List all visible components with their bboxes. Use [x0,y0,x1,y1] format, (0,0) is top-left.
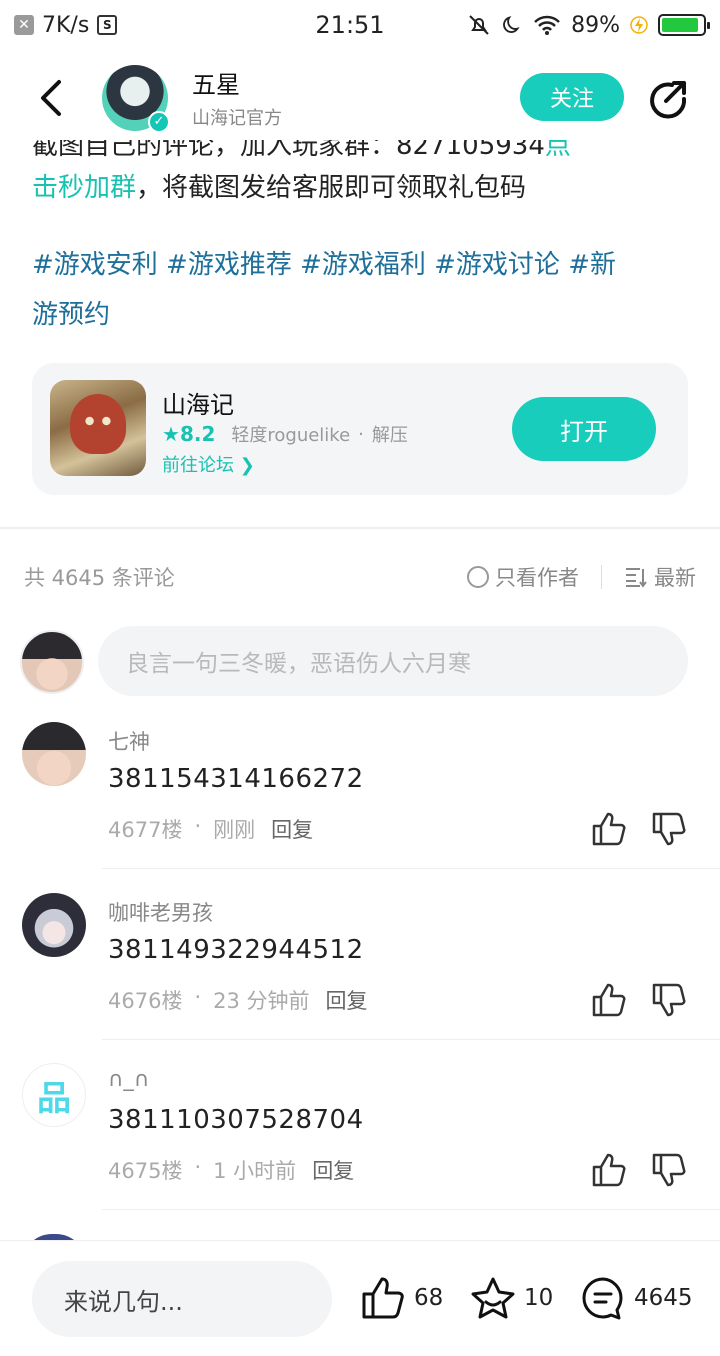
commenter-name[interactable]: ∩_∩ [108,1067,149,1091]
reply-button[interactable]: 回复 [271,814,313,844]
verified-check-icon: ✓ [148,110,170,133]
meta-dot: · [194,814,202,838]
game-icon[interactable] [50,380,146,476]
author-only-label: 只看作者 [495,566,579,590]
battery-fill [662,18,698,32]
mute-bell-icon [469,15,489,35]
like-count: 68 [414,1285,444,1311]
game-card[interactable]: 山海记 ★8.2 轻度roguelike · 解压 前往论坛 ❯ 打开 [32,363,688,495]
comments-header: 共 4645 条评论 只看作者 最新 [24,560,696,594]
comment-input-row: 良言一句三冬暖，恶语伤人六月寒 [20,626,690,696]
commenter-avatar[interactable] [22,893,86,957]
charging-icon [630,16,648,34]
clock: 21:51 [315,11,385,39]
author-only-toggle[interactable]: 只看作者 [467,562,579,592]
game-tag: 解压 [371,425,408,446]
chat-bubble-icon [582,1277,623,1320]
comment-time: 刚刚 [213,818,256,842]
comment-text: 381154314166272 [108,764,364,794]
author-avatar[interactable]: ✓ [102,64,170,133]
avatar-glyph: 品 [37,1078,71,1119]
thumbs-down-icon[interactable] [650,1151,688,1189]
s-app-icon: S [97,15,118,35]
moon-icon [503,16,520,33]
game-name: 山海记 [162,391,234,419]
thumbs-up-icon [362,1277,404,1319]
floor-number: 4676楼 [108,989,183,1013]
battery-icon [658,14,710,36]
reply-input[interactable]: 来说几句... [32,1261,332,1337]
floor-number: 4675楼 [108,1159,183,1183]
hashtags[interactable]: #游戏安利 #游戏推荐 #游戏福利 #游戏讨论 #新 游预约 [32,240,692,340]
net-speed: 7K/s [42,12,90,38]
thumbs-up-icon[interactable] [590,1151,628,1189]
comment-input[interactable]: 良言一句三冬暖，恶语伤人六月寒 [98,626,688,696]
wifi-icon [534,15,560,35]
author-subtitle: 山海记官方 [192,108,282,129]
comment-button[interactable]: 4645 [580,1273,693,1323]
meta-dot: · [194,985,202,1009]
sort-toggle[interactable]: 最新 [624,562,696,592]
meta-dot: · [194,1155,202,1179]
open-game-button[interactable]: 打开 [512,397,656,461]
reply-button[interactable]: 回复 [312,1155,354,1185]
my-avatar [20,630,84,694]
commenter-avatar[interactable]: 品 [22,1063,86,1127]
thumbs-up-icon[interactable] [590,981,628,1019]
comment-item: 品 ∩_∩ 381110307528704 4675楼 · 1 小时前 回复 [0,1063,720,1233]
comment-time: 1 小时前 [213,1159,297,1183]
comment-divider [102,1039,720,1040]
game-rating: ★8.2 [162,422,216,446]
join-group-link[interactable]: 击秒加群 [32,173,136,203]
section-divider [0,527,720,529]
sort-label: 最新 [654,566,696,590]
status-bar: ✕ 7K/s S 21:51 89% [0,0,720,50]
commenter-avatar[interactable] [22,722,86,786]
comment-divider [102,1209,720,1210]
battery-percent: 89% [571,12,620,38]
star-icon [471,1277,515,1319]
post-text-line: 击秒加群，将截图发给客服即可领取礼包码 [32,164,692,212]
bottom-bar: 来说几句... 68 10 4645 [0,1240,720,1356]
hashtag-line[interactable]: #游戏安利 #游戏推荐 #游戏福利 #游戏讨论 #新 [32,240,692,290]
back-button[interactable] [30,77,72,119]
comment-text: 381110307528704 [108,1105,364,1135]
comment-item: 七神 381154314166272 4677楼 · 刚刚 回复 [0,722,720,892]
thumbs-down-icon[interactable] [650,810,688,848]
forum-link-label: 前往论坛 [162,455,234,476]
thumbs-up-icon[interactable] [590,810,628,848]
post-text-fragment: ，将截图发给客服即可领取礼包码 [136,173,527,203]
share-icon[interactable] [646,77,690,121]
hashtag-line[interactable]: 游预约 [32,290,692,340]
go-to-forum-link[interactable]: 前往论坛 ❯ [162,451,255,477]
commenter-name[interactable]: 七神 [108,726,150,756]
follow-button[interactable]: 关注 [520,73,624,121]
comment-count: 共 4645 条评论 [24,566,175,590]
like-button[interactable]: 68 [360,1273,443,1323]
post-header: ✓ 五星 山海记官方 关注 [0,55,720,140]
notification-x-icon: ✕ [14,15,34,35]
reply-button[interactable]: 回复 [326,985,368,1015]
separator [601,565,602,589]
thumbs-down-icon[interactable] [650,981,688,1019]
chevron-right-icon: ❯ [239,455,255,476]
sort-lines-icon [626,568,647,588]
game-tag: 轻度roguelike [231,425,351,446]
tag-separator: · [358,423,364,445]
favorite-count: 10 [524,1285,554,1311]
comment-item: 咖啡老男孩 381149322944512 4676楼 · 23 分钟前 回复 [0,893,720,1063]
floor-number: 4677楼 [108,818,183,842]
radio-circle-icon [467,566,489,588]
author-name[interactable]: 五星 [192,65,282,100]
chevron-left-icon [41,79,61,116]
comment-divider [102,868,720,869]
favorite-button[interactable]: 10 [470,1273,553,1323]
comment-time: 23 分钟前 [213,989,310,1013]
rating-value: 8.2 [179,422,216,446]
commenter-name[interactable]: 咖啡老男孩 [108,897,213,927]
comment-count-total: 4645 [634,1285,693,1311]
comment-text: 381149322944512 [108,935,364,965]
